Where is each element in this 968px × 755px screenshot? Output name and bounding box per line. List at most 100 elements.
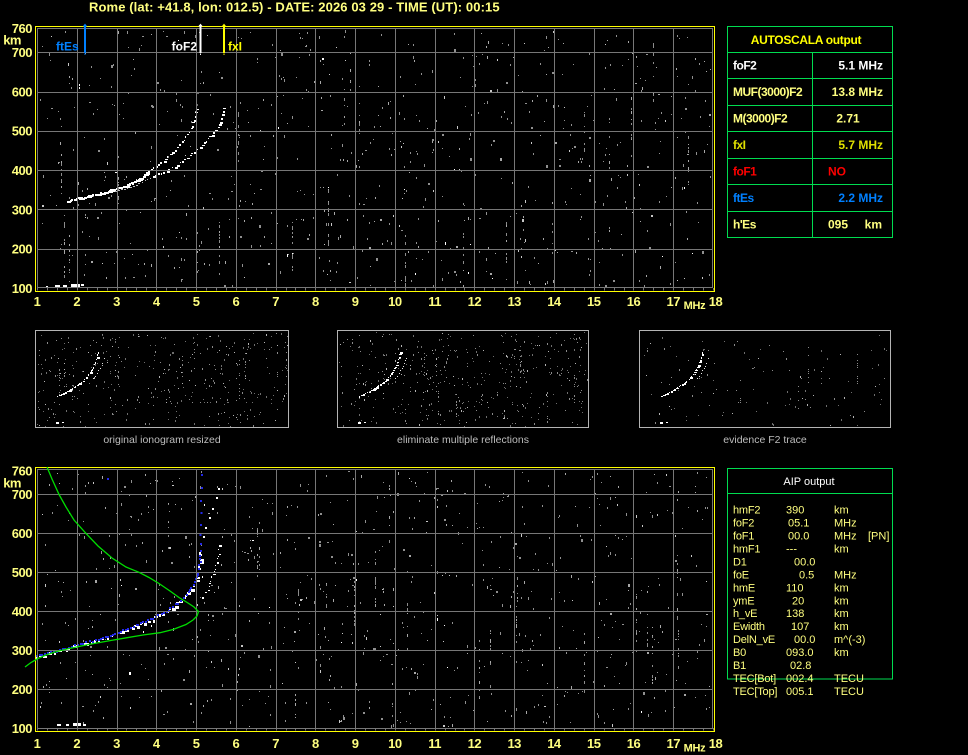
svg-text:005.1: 005.1 bbox=[786, 686, 814, 698]
svg-text:0.5: 0.5 bbox=[799, 569, 814, 581]
svg-text:km: km bbox=[834, 595, 849, 607]
svg-text:8: 8 bbox=[312, 294, 319, 309]
svg-text:ftEs: ftEs bbox=[733, 191, 754, 205]
svg-text:6: 6 bbox=[232, 294, 239, 309]
svg-text:MHz: MHz bbox=[834, 569, 857, 581]
svg-text:TECU: TECU bbox=[834, 673, 864, 685]
svg-text:18: 18 bbox=[709, 736, 723, 751]
svg-text:NO: NO bbox=[828, 164, 846, 178]
svg-text:400: 400 bbox=[12, 163, 32, 178]
svg-text:ftEs: ftEs bbox=[56, 40, 79, 54]
svg-text:10: 10 bbox=[388, 736, 402, 751]
svg-text:5.1 MHz: 5.1 MHz bbox=[838, 59, 883, 73]
svg-text:km: km bbox=[834, 582, 849, 594]
svg-text:13.8 MHz: 13.8 MHz bbox=[832, 85, 883, 99]
svg-text:km: km bbox=[834, 608, 849, 620]
svg-text:eliminate multiple reflections: eliminate multiple reflections bbox=[397, 434, 529, 446]
svg-text:km: km bbox=[865, 217, 882, 231]
svg-text:km: km bbox=[834, 544, 849, 556]
svg-text:foF2: foF2 bbox=[172, 40, 198, 54]
svg-text:107: 107 bbox=[791, 621, 809, 633]
svg-text:7: 7 bbox=[272, 736, 279, 751]
svg-text:14: 14 bbox=[547, 294, 562, 309]
svg-text:Ewidth: Ewidth bbox=[733, 621, 765, 633]
svg-text:5: 5 bbox=[193, 736, 200, 751]
svg-text:foF2: foF2 bbox=[733, 518, 754, 530]
svg-text:B1: B1 bbox=[733, 660, 746, 672]
svg-text:6: 6 bbox=[232, 736, 239, 751]
svg-text:fxI: fxI bbox=[733, 138, 746, 152]
svg-text:3: 3 bbox=[113, 736, 120, 751]
svg-text:400: 400 bbox=[12, 604, 32, 619]
svg-text:200: 200 bbox=[12, 682, 32, 697]
svg-text:8: 8 bbox=[312, 736, 319, 751]
svg-text:1: 1 bbox=[34, 294, 41, 309]
svg-text:TEC[Top]: TEC[Top] bbox=[733, 686, 777, 698]
svg-text:km: km bbox=[834, 621, 849, 633]
svg-text:MHz: MHz bbox=[684, 743, 707, 755]
svg-text:km: km bbox=[834, 647, 849, 659]
svg-text:093.0: 093.0 bbox=[786, 647, 814, 659]
svg-text:ymE: ymE bbox=[733, 595, 754, 607]
svg-text:600: 600 bbox=[12, 526, 32, 541]
svg-text:16: 16 bbox=[627, 736, 641, 751]
svg-text:foF1: foF1 bbox=[733, 531, 754, 543]
svg-text:---: --- bbox=[786, 544, 797, 556]
svg-text:km: km bbox=[834, 505, 849, 517]
svg-text:[PN]: [PN] bbox=[868, 531, 889, 543]
svg-text:DelN_vE: DelN_vE bbox=[733, 634, 775, 646]
svg-text:Rome (lat: +41.8, lon: 012.5): Rome (lat: +41.8, lon: 012.5) - DATE: 20… bbox=[89, 0, 500, 15]
svg-text:05.1: 05.1 bbox=[788, 518, 809, 530]
svg-text:D1: D1 bbox=[733, 556, 747, 568]
svg-text:MHz: MHz bbox=[834, 518, 857, 530]
svg-text:2.2 MHz: 2.2 MHz bbox=[838, 191, 883, 205]
svg-text:h_vE: h_vE bbox=[733, 608, 757, 620]
svg-text:700: 700 bbox=[12, 45, 32, 60]
svg-text:00.0: 00.0 bbox=[794, 556, 815, 568]
svg-text:500: 500 bbox=[12, 124, 32, 139]
svg-text:200: 200 bbox=[12, 242, 32, 257]
svg-text:5: 5 bbox=[193, 294, 200, 309]
svg-text:hmE: hmE bbox=[733, 582, 755, 594]
svg-text:13: 13 bbox=[507, 294, 521, 309]
svg-text:13: 13 bbox=[507, 736, 521, 751]
svg-text:h'Es: h'Es bbox=[733, 217, 757, 231]
svg-text:700: 700 bbox=[12, 487, 32, 502]
svg-text:M(3000)F2: M(3000)F2 bbox=[733, 112, 788, 126]
svg-text:15: 15 bbox=[587, 294, 601, 309]
svg-text:9: 9 bbox=[352, 736, 359, 751]
svg-text:095: 095 bbox=[828, 217, 848, 231]
svg-text:hmF1: hmF1 bbox=[733, 544, 760, 556]
svg-text:17: 17 bbox=[667, 736, 681, 751]
svg-text:2: 2 bbox=[73, 736, 80, 751]
svg-text:300: 300 bbox=[12, 643, 32, 658]
svg-text:hmF2: hmF2 bbox=[733, 505, 760, 517]
svg-text:100: 100 bbox=[12, 721, 32, 736]
svg-text:12: 12 bbox=[468, 294, 482, 309]
svg-text:MUF(3000)F2: MUF(3000)F2 bbox=[733, 85, 803, 99]
svg-text:2: 2 bbox=[73, 294, 80, 309]
svg-text:12: 12 bbox=[468, 736, 482, 751]
svg-text:fxI: fxI bbox=[228, 40, 242, 54]
svg-text:AIP output: AIP output bbox=[783, 476, 834, 488]
svg-text:5.7 MHz: 5.7 MHz bbox=[838, 138, 883, 152]
svg-text:390: 390 bbox=[786, 505, 804, 517]
svg-text:foF2: foF2 bbox=[733, 59, 757, 73]
svg-text:500: 500 bbox=[12, 565, 32, 580]
svg-text:2.71: 2.71 bbox=[836, 112, 860, 126]
svg-text:110: 110 bbox=[786, 582, 804, 594]
svg-text:evidence F2 trace: evidence F2 trace bbox=[723, 434, 807, 446]
svg-text:foE: foE bbox=[733, 569, 749, 581]
svg-text:15: 15 bbox=[587, 736, 601, 751]
svg-text:AUTOSCALA output: AUTOSCALA output bbox=[751, 33, 862, 47]
svg-text:14: 14 bbox=[547, 736, 562, 751]
svg-text:16: 16 bbox=[627, 294, 641, 309]
svg-text:00.0: 00.0 bbox=[794, 634, 815, 646]
svg-text:100: 100 bbox=[12, 281, 32, 296]
svg-text:138: 138 bbox=[786, 608, 804, 620]
svg-text:17: 17 bbox=[667, 294, 681, 309]
svg-text:MHz: MHz bbox=[684, 300, 707, 312]
svg-text:TEC[Bot]: TEC[Bot] bbox=[733, 673, 776, 685]
svg-text:002.4: 002.4 bbox=[786, 673, 814, 685]
svg-text:300: 300 bbox=[12, 202, 32, 217]
